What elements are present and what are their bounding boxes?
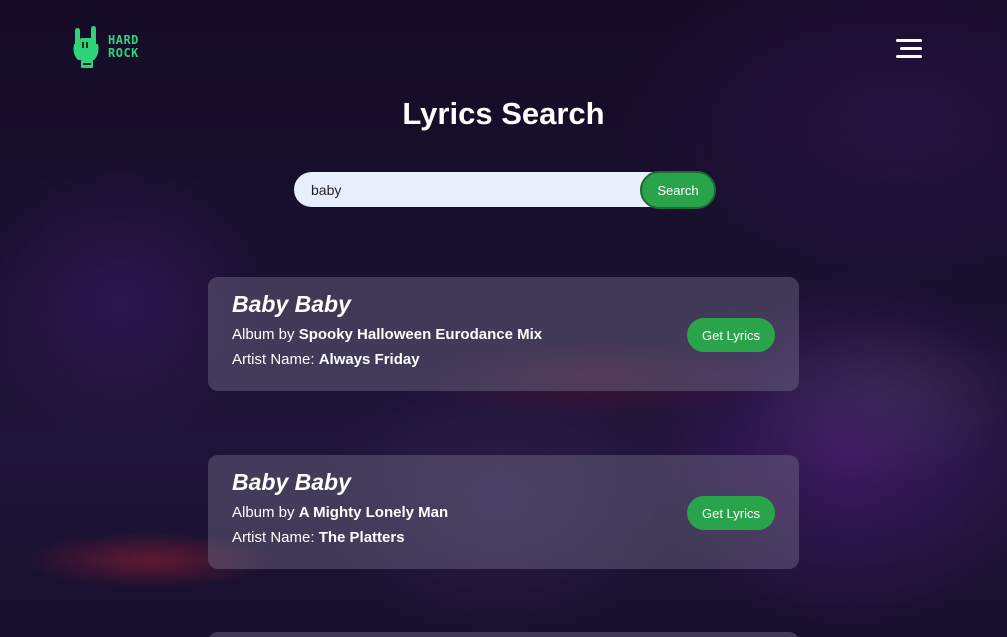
- artist-name: The Platters: [318, 529, 405, 546]
- rock-hand-icon: [73, 26, 99, 68]
- get-lyrics-button[interactable]: Get Lyrics: [687, 496, 775, 530]
- artist-label: Artist Name:: [232, 529, 315, 546]
- brand-logo[interactable]: HARD ROCK: [72, 24, 139, 70]
- result-card-partial: [208, 632, 799, 637]
- artist-name: Always Friday: [318, 351, 420, 368]
- song-title: Baby Baby: [232, 291, 351, 317]
- result-card: Baby Baby Album by Spooky Halloween Euro…: [208, 277, 799, 391]
- hamburger-menu-icon[interactable]: [896, 39, 922, 59]
- result-card: Baby Baby Album by A Mighty Lonely Man A…: [208, 455, 799, 569]
- brand-line-2: ROCK: [108, 46, 139, 60]
- search-input[interactable]: [294, 172, 654, 207]
- artist-label: Artist Name:: [232, 351, 315, 368]
- brand-name: HARD ROCK: [108, 34, 139, 60]
- album-label: Album by: [232, 504, 295, 521]
- search-button[interactable]: Search: [640, 171, 716, 209]
- page-title: Lyrics Search: [402, 96, 605, 131]
- get-lyrics-button[interactable]: Get Lyrics: [687, 318, 775, 352]
- artist-line: Artist Name: The Platters: [232, 529, 775, 546]
- album-label: Album by: [232, 326, 295, 343]
- search-bar: Search: [294, 171, 716, 209]
- album-name: Spooky Halloween Eurodance Mix: [298, 326, 543, 343]
- artist-line: Artist Name: Always Friday: [232, 351, 775, 368]
- song-title: Baby Baby: [232, 469, 351, 495]
- album-name: A Mighty Lonely Man: [298, 504, 449, 521]
